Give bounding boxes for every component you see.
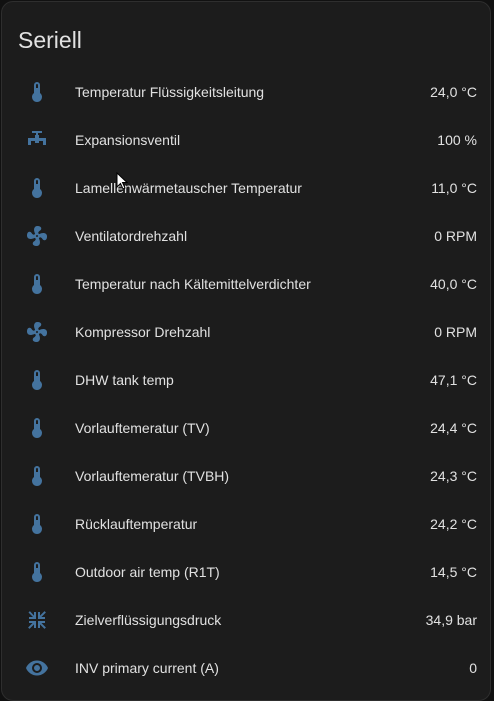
thermometer-icon (24, 464, 50, 488)
eye-icon (24, 656, 50, 680)
thermometer-icon (24, 368, 50, 392)
entity-row[interactable]: Temperatur Flüssigkeitsleitung 24,0 °C (2, 68, 492, 116)
entity-row[interactable]: Vorlauftemeratur (TV) 24,4 °C (2, 404, 492, 452)
thermometer-icon (24, 560, 50, 584)
entity-row[interactable]: Vorlauftemeratur (TVBH) 24,3 °C (2, 452, 492, 500)
thermometer-icon (24, 416, 50, 440)
entity-name: Temperatur Flüssigkeitsleitung (75, 84, 265, 100)
entity-state: 14,5 °C (430, 564, 477, 580)
entity-row[interactable]: Kompressor Drehzahl 0 RPM (2, 308, 492, 356)
entity-row[interactable]: Lamellenwärmetauscher Temperatur 11,0 °C (2, 164, 492, 212)
valve-icon (24, 128, 50, 152)
entities-card: Seriell Temperatur Flüssigkeitsleitung 2… (1, 1, 491, 701)
thermometer-icon (24, 272, 50, 296)
fan-icon (24, 224, 50, 248)
entity-name: Rücklauftemperatur (75, 516, 198, 532)
entity-state: 0 (469, 660, 477, 676)
entity-name: Temperatur nach Kältemittelverdichter (75, 276, 311, 292)
entity-name: DHW tank temp (75, 372, 174, 388)
entity-row[interactable]: Outdoor air temp (R1T) 14,5 °C (2, 548, 492, 596)
entity-name: Lamellenwärmetauscher Temperatur (75, 180, 302, 196)
fan-icon (24, 320, 50, 344)
entity-row[interactable]: Expansionsventil 100 % (2, 116, 492, 164)
entity-name: Outdoor air temp (R1T) (75, 564, 220, 580)
entity-state: 24,4 °C (430, 420, 477, 436)
thermometer-icon (24, 80, 50, 104)
entity-name: Ventilatordrehzahl (75, 228, 188, 244)
entity-state: 0 RPM (434, 228, 477, 244)
entity-state: 100 % (437, 132, 477, 148)
entity-state: 24,0 °C (430, 84, 477, 100)
entity-name: Vorlauftemeratur (TVBH) (75, 468, 230, 484)
arrow-collapse-all-icon (24, 608, 50, 632)
entity-state: 47,1 °C (430, 372, 477, 388)
entity-state: 11,0 °C (431, 180, 477, 196)
entity-row[interactable]: DHW tank temp 47,1 °C (2, 356, 492, 404)
entity-row[interactable]: INV primary current (A) 0 (2, 644, 492, 692)
entity-name: Zielverflüssigungsdruck (75, 612, 222, 628)
entity-state: 24,2 °C (430, 516, 477, 532)
card-title: Seriell (18, 27, 82, 53)
entity-state: 24,3 °C (430, 468, 477, 484)
entity-row[interactable]: Temperatur nach Kältemittelverdichter 40… (2, 260, 492, 308)
entity-name: INV primary current (A) (75, 660, 219, 676)
entity-name: Vorlauftemeratur (TV) (75, 420, 210, 436)
entity-state: 40,0 °C (430, 276, 477, 292)
entity-state: 0 RPM (434, 324, 477, 340)
entity-name: Kompressor Drehzahl (75, 324, 211, 340)
entity-row[interactable]: Rücklauftemperatur 24,2 °C (2, 500, 492, 548)
entity-name: Expansionsventil (75, 132, 181, 148)
thermometer-icon (24, 512, 50, 536)
entity-row[interactable]: Ventilatordrehzahl 0 RPM (2, 212, 492, 260)
entity-row[interactable]: Zielverflüssigungsdruck 34,9 bar (2, 596, 492, 644)
thermometer-icon (24, 176, 50, 200)
entity-list: Temperatur Flüssigkeitsleitung 24,0 °C E… (2, 68, 492, 692)
entity-state: 34,9 bar (425, 612, 477, 628)
